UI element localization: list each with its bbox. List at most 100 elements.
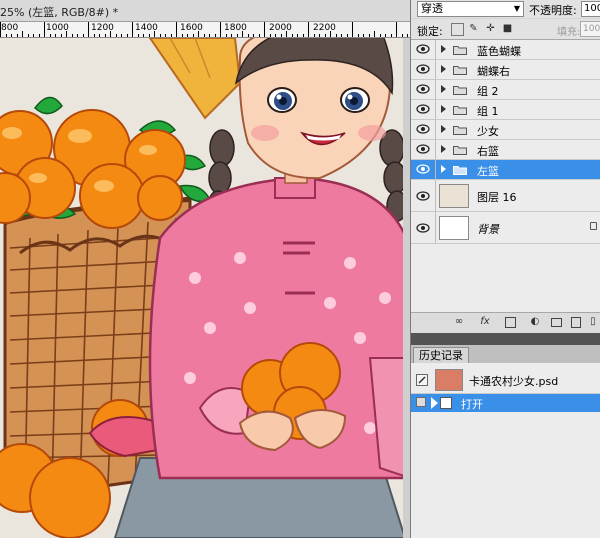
expand-arrow-icon[interactable] <box>441 105 446 113</box>
artwork-canvas[interactable] <box>0 38 410 538</box>
ruler-tick <box>247 34 249 37</box>
ruler-tick <box>82 34 84 37</box>
open-document-icon <box>440 397 452 409</box>
ruler-tick <box>407 34 408 37</box>
trash-icon[interactable]: ▯ <box>587 316 599 328</box>
tab-history[interactable]: 历史记录 <box>413 347 469 364</box>
adjustment-icon[interactable]: ◐ <box>529 316 541 328</box>
layer-row[interactable]: 图层 16 <box>411 180 600 212</box>
eye-icon[interactable] <box>416 124 430 134</box>
ruler-tick <box>220 22 221 37</box>
layer-name: 图层 16 <box>477 191 517 204</box>
eye-icon[interactable] <box>416 191 430 201</box>
eye-icon[interactable] <box>416 104 430 114</box>
lock-position-icon[interactable]: ✛ <box>485 23 496 34</box>
ruler-tick <box>38 34 40 37</box>
layer-row[interactable]: 蝴蝶右 <box>411 60 600 80</box>
ruler-tick <box>269 34 271 37</box>
history-source-checkbox[interactable] <box>416 397 426 407</box>
eye-icon[interactable] <box>416 164 430 174</box>
ruler-tick <box>192 34 194 37</box>
ruler-tick <box>214 34 216 37</box>
expand-arrow-icon[interactable] <box>441 165 446 173</box>
divider <box>435 100 436 119</box>
document-tab-title: 25% (左篮, RGB/8#) * <box>0 6 119 19</box>
eye-icon[interactable] <box>416 144 430 154</box>
horizontal-ruler[interactable]: 800 1000 1200 1400 1600 1800 2000 2200 <box>0 22 410 38</box>
lock-all-icon[interactable]: ■ <box>502 23 513 34</box>
ruler-tick <box>99 34 100 37</box>
document-tab[interactable]: 25% (左篮, RGB/8#) * <box>0 0 410 22</box>
layer-name: 蓝色蝴蝶 <box>477 45 521 58</box>
group-icon[interactable] <box>551 318 562 327</box>
ruler-tick <box>77 34 78 37</box>
vertical-scrollbar[interactable] <box>403 38 410 538</box>
folder-icon <box>453 126 467 135</box>
layer-name: 左篮 <box>477 165 499 178</box>
snapshot-thumbnail <box>435 369 463 391</box>
expand-arrow-icon[interactable] <box>441 45 446 53</box>
layer-name: 蝴蝶右 <box>477 65 510 78</box>
ruler-tick <box>368 34 370 37</box>
new-layer-icon[interactable] <box>571 317 581 328</box>
ruler-label: 2000 <box>269 23 292 33</box>
layer-row[interactable]: 少女 <box>411 120 600 140</box>
expand-arrow-icon[interactable] <box>441 85 446 93</box>
blend-row: 穿透 ▼ 不透明度: 100% <box>411 0 600 18</box>
expand-arrow-icon[interactable] <box>441 145 446 153</box>
expand-arrow-icon[interactable] <box>441 125 446 133</box>
history-brush-icon[interactable] <box>416 374 428 386</box>
ruler-tick <box>159 34 161 37</box>
ruler-tick <box>44 22 45 37</box>
ruler-tick <box>297 34 298 37</box>
ruler-tick <box>187 34 188 37</box>
panel-gap <box>411 333 600 345</box>
eye-icon[interactable] <box>416 84 430 94</box>
ruler-label: 2200 <box>313 23 336 33</box>
ruler-tick <box>132 22 133 37</box>
layer-row[interactable]: 组 1 <box>411 100 600 120</box>
ruler-tick <box>126 34 128 37</box>
history-step-selected[interactable]: 打开 <box>411 394 600 412</box>
history-snapshot[interactable]: 卡通农村少女.psd <box>411 367 600 394</box>
eye-icon[interactable] <box>416 64 430 74</box>
ruler-tick <box>49 34 51 37</box>
divider <box>435 120 436 139</box>
ruler-tick <box>143 34 144 37</box>
folder-icon <box>453 66 467 75</box>
fx-icon[interactable]: fx <box>479 316 491 328</box>
lock-image-icon[interactable]: ✎ <box>468 23 479 34</box>
layer-row[interactable]: 蓝色蝴蝶 <box>411 40 600 60</box>
ruler-tick <box>11 34 12 37</box>
expand-arrow-icon[interactable] <box>441 65 446 73</box>
ruler-tick <box>346 34 348 37</box>
history-state-slider-icon[interactable] <box>431 397 438 409</box>
ruler-tick <box>198 31 199 37</box>
layer-row[interactable]: 背景 <box>411 212 600 244</box>
layer-thumbnail <box>439 216 469 240</box>
fill-label: 填充: <box>557 27 581 38</box>
ruler-tick <box>335 34 337 37</box>
history-step-name: 打开 <box>461 398 483 411</box>
ruler-label: 1800 <box>224 23 247 33</box>
mask-icon[interactable] <box>505 317 516 328</box>
ruler-label: 1600 <box>180 23 203 33</box>
ruler-tick <box>385 34 386 37</box>
layer-name: 右篮 <box>477 145 499 158</box>
eye-icon[interactable] <box>416 44 430 54</box>
ruler-tick <box>253 34 254 37</box>
link-icon[interactable]: ∞ <box>453 316 465 328</box>
ruler-tick <box>203 34 205 37</box>
eye-icon[interactable] <box>416 223 430 233</box>
layer-row-selected[interactable]: 左篮 <box>411 160 600 180</box>
layer-row[interactable]: 右篮 <box>411 140 600 160</box>
opacity-input[interactable]: 100% <box>581 1 600 17</box>
lock-label: 锁定: <box>417 25 443 38</box>
opacity-label: 不透明度: <box>529 4 577 17</box>
blend-mode-select[interactable]: 穿透 ▼ <box>417 1 524 17</box>
ruler-tick <box>242 31 243 37</box>
layer-row[interactable]: 组 2 <box>411 80 600 100</box>
lock-transparency-icon[interactable] <box>451 23 464 36</box>
fill-input[interactable]: 100% <box>580 21 600 37</box>
ruler-label: 800 <box>1 23 19 33</box>
